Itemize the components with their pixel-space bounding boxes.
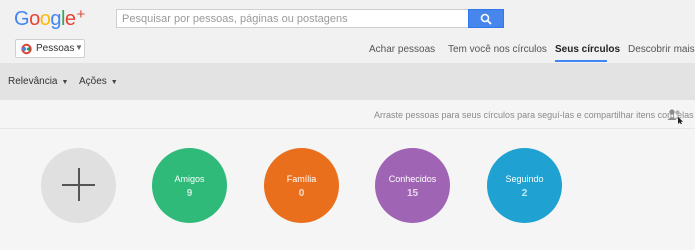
- top-bar: Google+ Pesquisar por pessoas, páginas o…: [0, 0, 695, 36]
- sort-dropdown[interactable]: Relevância ▼: [8, 76, 68, 87]
- tab-achar-pessoas[interactable]: Achar pessoas: [369, 44, 435, 55]
- search-input[interactable]: Pesquisar por pessoas, páginas ou postag…: [116, 9, 468, 28]
- google-plus-logo[interactable]: Google+: [14, 6, 85, 31]
- app-switcher-button[interactable]: Pessoas ▼: [15, 39, 85, 58]
- nav-bar: Pessoas ▼ Achar pessoas Tem você nos cír…: [0, 36, 695, 63]
- circle-count: 15: [406, 188, 419, 199]
- sort-dropdown-label: Relevância: [8, 76, 58, 87]
- actions-dropdown[interactable]: Ações ▼: [79, 76, 118, 87]
- circles-area: Amigos 9 Família 0 Conhecidos 15 Seguind…: [0, 130, 695, 250]
- drag-hint-text: Arraste pessoas para seus círculos para …: [374, 110, 694, 120]
- circle-seguindo[interactable]: Seguindo 2: [487, 148, 562, 223]
- tab-seus-circulos[interactable]: Seus círculos: [555, 44, 620, 55]
- hint-bar: Arraste pessoas para seus círculos para …: [0, 100, 695, 129]
- tab-tem-voce-nos-circulos[interactable]: Tem você nos círculos: [448, 44, 547, 55]
- circle-familia[interactable]: Família 0: [264, 148, 339, 223]
- circle-name: Conhecidos: [388, 174, 437, 184]
- circle-conhecidos[interactable]: Conhecidos 15: [375, 148, 450, 223]
- logo-wordmark: Google: [14, 8, 76, 30]
- circle-name: Seguindo: [505, 174, 544, 184]
- active-tab-indicator: [555, 60, 607, 62]
- logo-plus: +: [76, 6, 86, 23]
- add-circle-button[interactable]: [41, 148, 116, 223]
- people-icon[interactable]: [666, 108, 684, 124]
- circle-count: 0: [298, 188, 305, 199]
- search-icon: [480, 13, 492, 25]
- filter-bar: Relevância ▼ Ações ▼: [0, 63, 695, 100]
- chevron-down-icon: ▼: [75, 43, 83, 52]
- app-switcher-label: Pessoas: [36, 43, 75, 54]
- circle-name: Amigos: [174, 174, 205, 184]
- chevron-down-icon: ▼: [110, 79, 118, 86]
- search-button[interactable]: [468, 9, 504, 28]
- circle-count: 9: [186, 188, 193, 199]
- circle-amigos[interactable]: Amigos 9: [152, 148, 227, 223]
- chevron-down-icon: ▼: [61, 79, 69, 86]
- actions-dropdown-label: Ações: [79, 76, 107, 87]
- tab-descobrir-mais[interactable]: Descobrir mais: [628, 44, 695, 55]
- people-app-icon: [20, 43, 33, 58]
- circle-count: 2: [521, 188, 528, 199]
- circle-name: Família: [286, 174, 317, 184]
